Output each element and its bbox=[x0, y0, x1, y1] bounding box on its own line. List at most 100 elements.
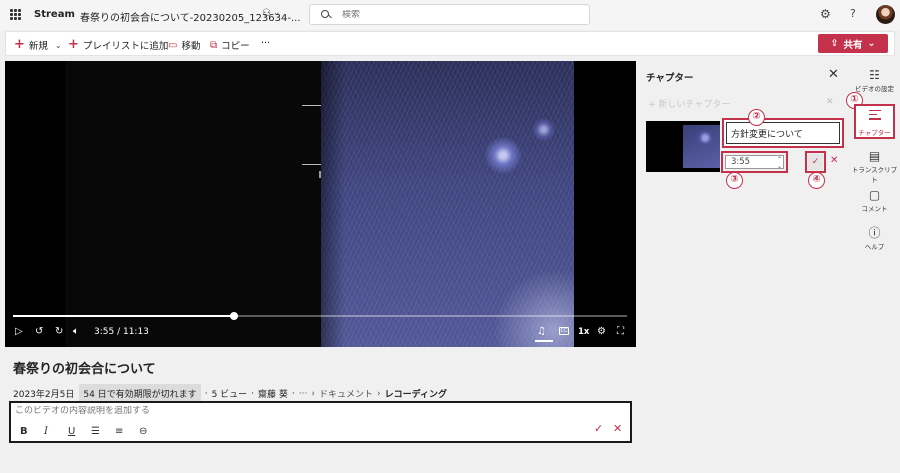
progress-fill bbox=[13, 315, 235, 317]
chevron-down-icon: ⌄ bbox=[867, 38, 876, 49]
new-chapter-button[interactable]: + 新しいチャプター bbox=[648, 97, 730, 110]
rewind-10-icon[interactable]: ↺ bbox=[35, 326, 43, 337]
progress-bar[interactable] bbox=[13, 312, 627, 320]
new-label: 新規 bbox=[28, 41, 48, 52]
breadcrumb-documents[interactable]: ドキュメント bbox=[319, 387, 373, 400]
rail-comments-label: コメント bbox=[861, 205, 888, 213]
callout-4: ④ bbox=[808, 172, 825, 189]
rail-chapters-label: チャプター bbox=[858, 129, 891, 137]
confirm-highlight: ✓ bbox=[805, 151, 826, 173]
breadcrumb-recordings[interactable]: レコーディング bbox=[385, 387, 447, 400]
view-count: 5 ビュー bbox=[211, 390, 248, 400]
chapter-time-highlight: 3:55 ⌃ ⌄ bbox=[721, 151, 788, 173]
search-icon bbox=[321, 9, 331, 20]
upload-date: 2023年2月5日 bbox=[13, 390, 75, 400]
rail-help-label: ヘルプ bbox=[864, 243, 885, 251]
description-editor[interactable]: B I U ☰ ≡ ⊖ ✓ ✕ bbox=[9, 401, 632, 443]
active-control-underline bbox=[535, 340, 553, 342]
cancel-description-close-icon[interactable]: ✕ bbox=[613, 422, 622, 435]
settings-gear-icon[interactable]: ⚙ bbox=[820, 7, 831, 21]
callout-3: ③ bbox=[726, 172, 743, 189]
breadcrumb-more[interactable]: ··· bbox=[299, 389, 308, 399]
chapter-thumbnail bbox=[646, 121, 720, 172]
bold-icon[interactable]: B bbox=[20, 426, 28, 437]
avatar[interactable] bbox=[876, 5, 895, 24]
copy-icon: ⧉ bbox=[210, 39, 218, 51]
chevron-down-icon[interactable]: ⌄ bbox=[777, 164, 782, 170]
help-icon: ⓘ bbox=[868, 226, 881, 240]
rail-comments[interactable]: ▢ コメント bbox=[851, 188, 898, 213]
video-player[interactable]: ▷ ↺ ↻ 🔈︎ 3:55 / 11:13 ♫ CC 1x ⚙ ⛶ bbox=[5, 61, 636, 347]
volume-icon[interactable]: 🔈︎ bbox=[73, 326, 79, 337]
confirm-chapter-check-icon[interactable]: ✓ bbox=[808, 154, 823, 170]
clear-icon[interactable]: ✕ bbox=[826, 97, 834, 107]
breadcrumb-chevron-icon: › bbox=[377, 388, 381, 399]
plus-icon: + bbox=[68, 37, 79, 52]
move-button[interactable]: ▭ 移動 bbox=[168, 38, 201, 53]
rail-help[interactable]: ⓘ ヘルプ bbox=[851, 226, 898, 251]
video-title: 春祭りの初会合について bbox=[13, 362, 156, 377]
share-button[interactable]: ⇪ 共有 ⌄ bbox=[818, 34, 888, 53]
chapters-icon bbox=[869, 110, 881, 122]
author-name[interactable]: 齋藤 葵 bbox=[258, 387, 288, 400]
app-launcher-icon[interactable] bbox=[10, 9, 21, 20]
chapter-title-input[interactable]: 方針変更について bbox=[726, 122, 840, 144]
rail-transcript-label: トランスクリプト bbox=[851, 166, 898, 184]
more-options-button[interactable]: ··· bbox=[261, 38, 270, 49]
link-icon[interactable]: ⊖ bbox=[139, 426, 147, 437]
fullscreen-icon[interactable]: ⛶ bbox=[617, 326, 624, 337]
new-button[interactable]: + 新規 ⌄ bbox=[14, 38, 62, 52]
copy-label: コピー bbox=[221, 41, 250, 52]
breadcrumb-chevron-icon: › bbox=[311, 388, 315, 399]
people-icon[interactable]: ⚇ bbox=[262, 8, 271, 19]
thumbnail-image bbox=[683, 125, 720, 168]
progress-thumb[interactable] bbox=[230, 312, 239, 320]
cancel-chapter-close-icon[interactable]: ✕ bbox=[830, 155, 838, 166]
numbered-list-icon[interactable]: ≡ bbox=[115, 426, 123, 437]
time-display: 3:55 / 11:13 bbox=[94, 327, 149, 337]
share-icon: ⇪ bbox=[830, 38, 839, 49]
search-input[interactable] bbox=[342, 9, 582, 20]
help-icon[interactable]: ? bbox=[850, 7, 856, 20]
add-to-playlist-button[interactable]: + プレイリストに追加 bbox=[68, 38, 168, 52]
rail-video-settings[interactable]: ☷ ビデオの設定 bbox=[851, 68, 898, 93]
rail-video-settings-label: ビデオの設定 bbox=[855, 85, 894, 93]
underline-icon[interactable]: U bbox=[68, 426, 75, 437]
app-name[interactable]: Stream bbox=[34, 9, 75, 20]
video-dark-region bbox=[65, 61, 321, 347]
settings-gear-icon[interactable]: ⚙ bbox=[597, 326, 606, 337]
chapter-time-value: 3:55 bbox=[731, 157, 751, 167]
bulleted-list-icon[interactable]: ☰ bbox=[91, 426, 100, 437]
transcript-icon: ▤ bbox=[868, 149, 881, 163]
chevron-down-icon: ⌄ bbox=[54, 40, 62, 50]
plus-icon: + bbox=[14, 37, 25, 52]
italic-icon[interactable]: I bbox=[44, 426, 48, 437]
playback-speed-button[interactable]: 1x bbox=[578, 327, 589, 337]
forward-10-icon[interactable]: ↻ bbox=[55, 326, 63, 337]
copy-button[interactable]: ⧉ コピー bbox=[210, 38, 250, 53]
chapters-panel-title: チャプター bbox=[646, 73, 694, 84]
callout-2: ② bbox=[748, 109, 765, 126]
chevron-down-icon[interactable]: ⌄ bbox=[273, 8, 281, 18]
search-box[interactable] bbox=[309, 4, 590, 25]
rail-chapters[interactable]: チャプター bbox=[854, 104, 895, 139]
chapter-time-input[interactable]: 3:55 ⌃ ⌄ bbox=[725, 155, 784, 170]
chapter-title-highlight: 方針変更について bbox=[722, 118, 844, 148]
captions-icon[interactable]: CC bbox=[559, 327, 569, 335]
move-label: 移動 bbox=[181, 41, 201, 52]
command-toolbar: + 新規 ⌄ + プレイリストに追加 ▭ 移動 ⧉ コピー ··· ⇪ 共有 ⌄ bbox=[5, 31, 895, 56]
play-icon[interactable]: ▷ bbox=[15, 326, 23, 337]
noise-suppression-icon[interactable]: ♫ bbox=[537, 326, 546, 337]
description-input[interactable] bbox=[15, 406, 575, 416]
comment-icon: ▢ bbox=[868, 188, 881, 202]
top-bar: Stream 春祭りの初会合について-20230205_123634-... ⚇… bbox=[0, 0, 900, 30]
video-settings-icon: ☷ bbox=[869, 68, 880, 82]
save-description-check-icon[interactable]: ✓ bbox=[594, 422, 603, 435]
rail-transcript[interactable]: ▤ トランスクリプト bbox=[851, 149, 898, 184]
close-panel-icon[interactable]: ✕ bbox=[828, 67, 839, 82]
new-chapter-label: 新しいチャプター bbox=[658, 100, 731, 110]
move-folder-icon: ▭ bbox=[168, 39, 178, 51]
add-playlist-label: プレイリストに追加 bbox=[82, 41, 169, 52]
video-frame bbox=[321, 61, 574, 347]
share-label: 共有 bbox=[843, 39, 863, 51]
